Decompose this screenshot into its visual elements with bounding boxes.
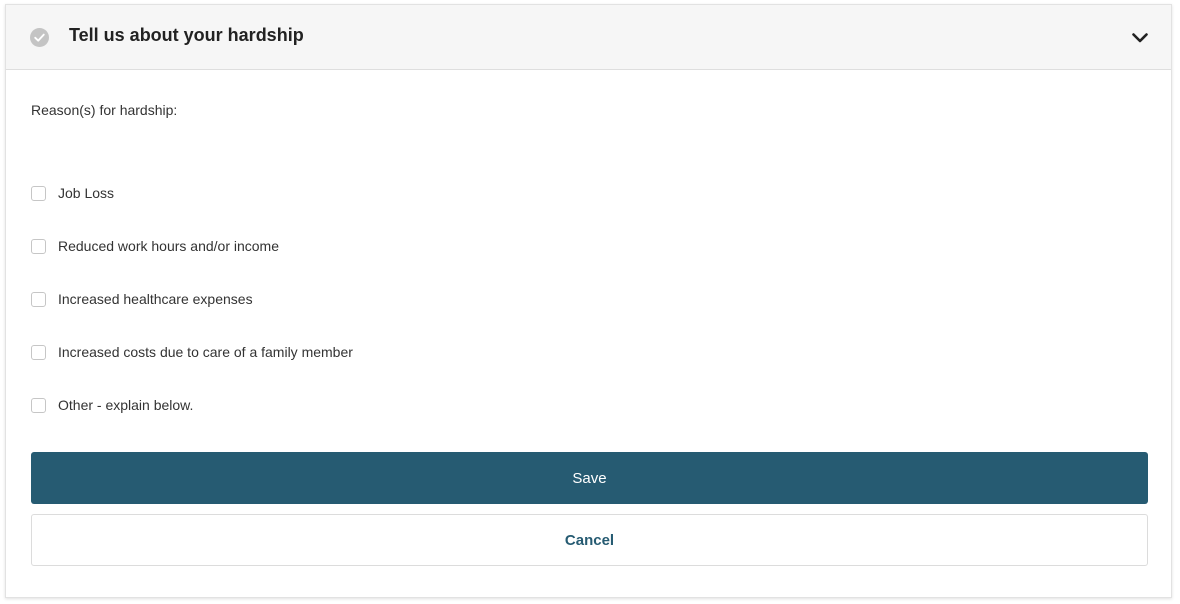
checkbox[interactable] — [31, 185, 46, 201]
option-healthcare-expenses[interactable]: Increased healthcare expenses — [31, 288, 253, 310]
option-family-care[interactable]: Increased costs due to care of a family … — [31, 341, 353, 363]
checkbox[interactable] — [31, 397, 46, 413]
option-label: Increased healthcare expenses — [58, 291, 253, 307]
reason-label: Reason(s) for hardship: — [31, 102, 178, 118]
checkbox[interactable] — [31, 344, 46, 360]
hardship-panel: Tell us about your hardship Reason(s) fo… — [5, 4, 1172, 598]
cancel-button[interactable]: Cancel — [31, 514, 1148, 566]
option-reduced-hours[interactable]: Reduced work hours and/or income — [31, 235, 279, 257]
option-label: Job Loss — [58, 185, 115, 201]
option-job-loss[interactable]: Job Loss — [31, 182, 114, 204]
chevron-down-icon[interactable] — [1127, 25, 1153, 51]
option-label: Reduced work hours and/or income — [58, 238, 280, 254]
panel-header[interactable]: Tell us about your hardship — [6, 5, 1171, 70]
check-circle-icon — [30, 28, 49, 47]
option-label: Other - explain below. — [58, 397, 194, 413]
checkbox[interactable] — [31, 291, 46, 307]
save-button[interactable]: Save — [31, 452, 1148, 504]
option-other[interactable]: Other - explain below. — [31, 394, 193, 416]
checkbox[interactable] — [31, 238, 46, 254]
option-label: Increased costs due to care of a family … — [58, 344, 353, 360]
panel-title: Tell us about your hardship — [69, 25, 304, 45]
